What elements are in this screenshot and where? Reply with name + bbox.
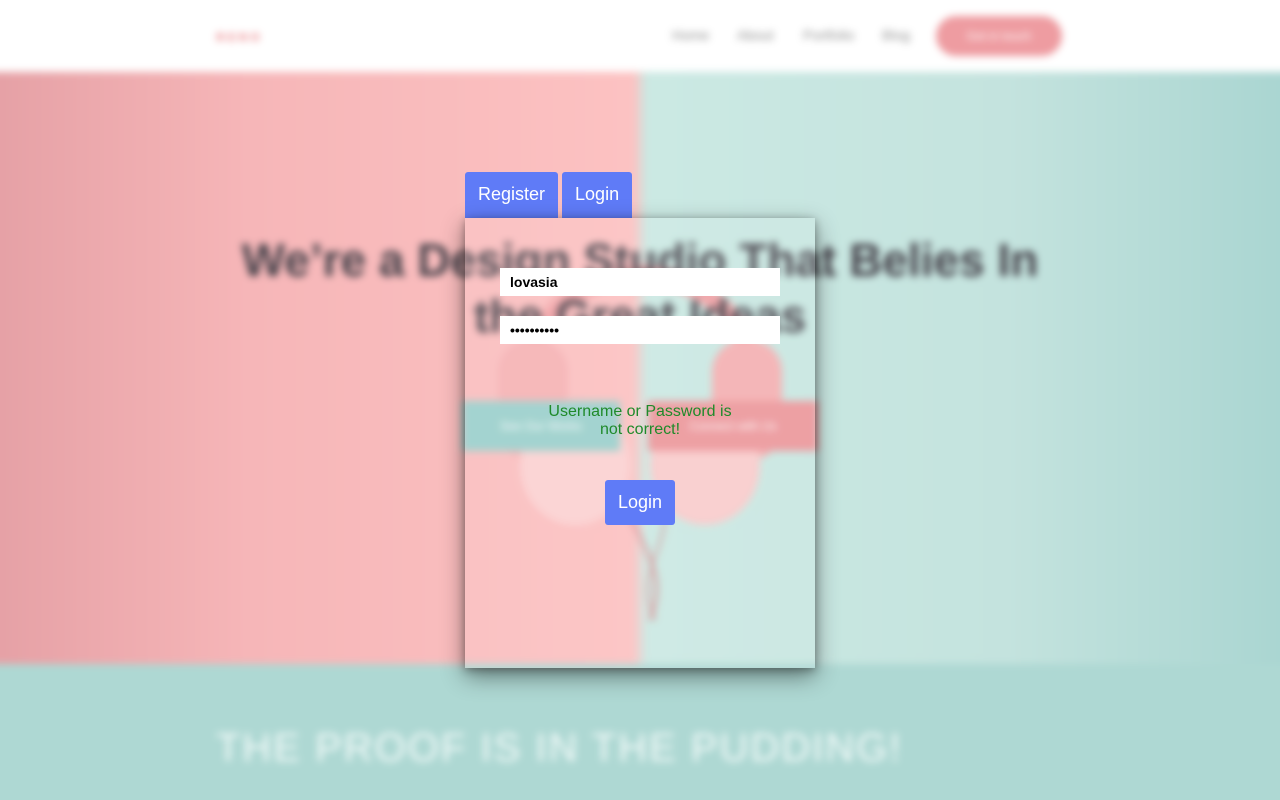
password-input[interactable] — [500, 316, 780, 344]
proof-section-title: THE PROOF IS IN THE PUDDING! — [216, 726, 903, 770]
nav-home: Home — [672, 27, 710, 43]
login-error-message: Username or Password is not correct! — [548, 403, 732, 438]
auth-tabs: Register Login — [465, 172, 633, 218]
site-header — [0, 0, 1280, 72]
nav-portfolio: Portfolio — [803, 27, 855, 43]
nav-blog: Blog — [882, 27, 911, 43]
username-input[interactable] — [500, 268, 780, 296]
site-logo: ʀᴇɴᴏ — [216, 28, 263, 45]
login-panel: Username or Password is not correct! Log… — [465, 218, 815, 668]
get-in-touch-button: Get in touch — [936, 16, 1062, 56]
tab-register[interactable]: Register — [465, 172, 559, 218]
login-submit-button[interactable]: Login — [605, 480, 675, 525]
nav-about: About — [737, 27, 774, 43]
tab-login[interactable]: Login — [562, 172, 633, 218]
